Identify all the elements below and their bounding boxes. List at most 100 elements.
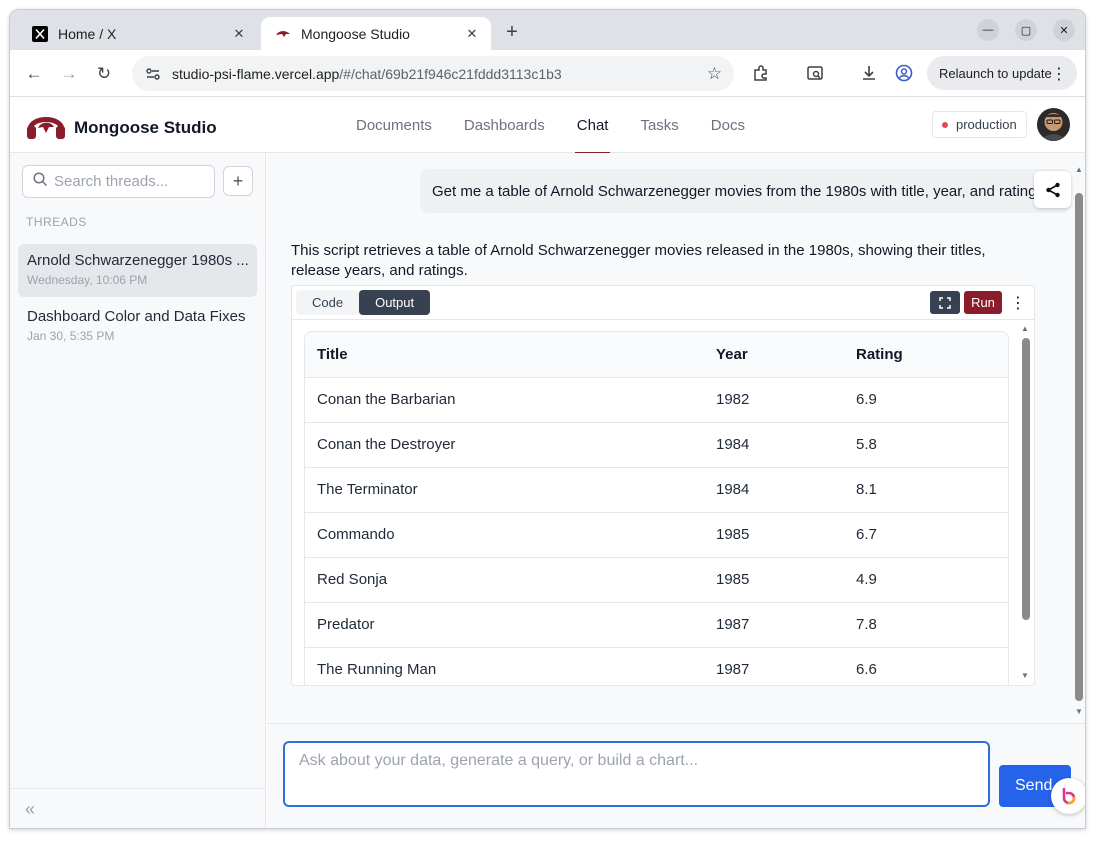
browser-tab-x[interactable]: Home / X ✕ xyxy=(18,17,258,50)
url-host: studio-psi-flame.vercel.app xyxy=(172,65,340,82)
search-icon xyxy=(33,172,48,191)
back-icon[interactable]: ← xyxy=(22,62,46,86)
nav-documents[interactable]: Documents xyxy=(340,98,448,153)
table-row: The Running Man 1987 6.6 xyxy=(305,647,1008,685)
cell-year: 1984 xyxy=(704,467,844,513)
bookmark-star-icon[interactable]: ☆ xyxy=(707,64,722,84)
table-row: The Terminator 1984 8.1 xyxy=(305,467,1008,513)
cell-rating: 7.8 xyxy=(844,602,1008,648)
tab-output[interactable]: Output xyxy=(359,290,431,315)
brand[interactable]: Mongoose Studio xyxy=(26,108,217,147)
run-button[interactable]: Run xyxy=(964,291,1002,314)
chat-panel: Get me a table of Arnold Schwarzenegger … xyxy=(267,153,1085,828)
thread-title: Dashboard Color and Data Fixes xyxy=(27,308,246,325)
cell-title: Conan the Destroyer xyxy=(305,422,704,468)
search-input[interactable] xyxy=(54,173,204,190)
cell-year: 1987 xyxy=(704,602,844,648)
mongoose-logo-icon xyxy=(26,108,66,147)
cell-rating: 5.8 xyxy=(844,422,1008,468)
tab-code[interactable]: Code xyxy=(296,290,359,315)
cell-rating: 6.7 xyxy=(844,512,1008,558)
scroll-thumb[interactable] xyxy=(1022,338,1030,620)
output-scrollbar[interactable]: ▲ ▼ xyxy=(1019,322,1033,684)
cell-title: Conan the Barbarian xyxy=(305,377,704,423)
table-row: Conan the Barbarian 1982 6.9 xyxy=(305,377,1008,423)
maximize-icon[interactable]: ▢ xyxy=(1015,19,1037,41)
search-threads[interactable] xyxy=(22,165,215,198)
browser-tab-mongoose[interactable]: Mongoose Studio ✕ xyxy=(261,17,491,50)
cell-title: The Running Man xyxy=(305,647,704,685)
scroll-down-icon[interactable]: ▼ xyxy=(1075,707,1083,716)
tab-title: Mongoose Studio xyxy=(301,25,410,42)
assistant-message: This script retrieves a table of Arnold … xyxy=(291,242,986,279)
chat-input[interactable] xyxy=(283,741,990,807)
script-toolbar: Code Output Run ⋮ xyxy=(292,286,1034,320)
chat-messages[interactable]: Get me a table of Arnold Schwarzenegger … xyxy=(267,153,1085,723)
collapse-sidebar-icon[interactable]: « xyxy=(25,799,35,820)
expand-icon[interactable] xyxy=(930,291,960,314)
close-tab-icon[interactable]: ✕ xyxy=(463,25,481,43)
cell-title: The Terminator xyxy=(305,467,704,513)
browser-toolbar: ← → ↻ studio-psi-flame.vercel.app/#/chat… xyxy=(10,50,1085,97)
extensions-icon[interactable] xyxy=(750,62,772,84)
relaunch-button[interactable]: Relaunch to update ⋮ xyxy=(927,56,1077,90)
scroll-up-icon[interactable]: ▲ xyxy=(1021,324,1029,333)
tab-search-icon[interactable] xyxy=(804,62,826,84)
cell-year: 1984 xyxy=(704,422,844,468)
relaunch-label: Relaunch to update xyxy=(939,65,1052,81)
composer: Send xyxy=(267,723,1085,828)
cell-year: 1987 xyxy=(704,647,844,685)
scroll-down-icon[interactable]: ▼ xyxy=(1021,671,1029,680)
x-logo-icon xyxy=(32,25,48,42)
browser-menu-icon[interactable]: ⋮ xyxy=(1051,64,1067,84)
environment-badge[interactable]: production xyxy=(932,111,1027,138)
forward-icon[interactable]: → xyxy=(57,62,81,86)
minimize-icon[interactable]: — xyxy=(977,19,999,41)
download-icon[interactable] xyxy=(858,62,880,84)
app-header: Mongoose Studio Documents Dashboards Cha… xyxy=(10,98,1085,154)
scroll-thumb[interactable] xyxy=(1075,193,1083,701)
nav-tasks[interactable]: Tasks xyxy=(624,98,694,153)
column-header: Year xyxy=(704,332,844,378)
cell-title: Red Sonja xyxy=(305,557,704,603)
brand-name: Mongoose Studio xyxy=(74,117,217,137)
thread-date: Wednesday, 10:06 PM xyxy=(27,273,148,287)
table-row: Conan the Destroyer 1984 5.8 xyxy=(305,422,1008,468)
cell-rating: 6.9 xyxy=(844,377,1008,423)
thread-date: Jan 30, 5:35 PM xyxy=(27,329,115,343)
window-close-icon[interactable]: ✕ xyxy=(1053,19,1075,41)
address-bar[interactable]: studio-psi-flame.vercel.app/#/chat/69b21… xyxy=(132,56,734,91)
nav-dashboards[interactable]: Dashboards xyxy=(448,98,561,153)
table-row: Commando 1985 6.7 xyxy=(305,512,1008,558)
cell-year: 1985 xyxy=(704,557,844,603)
cell-rating: 6.6 xyxy=(844,647,1008,685)
thread-item[interactable]: Arnold Schwarzenegger 1980s ... Wednesda… xyxy=(18,244,257,297)
thread-title: Arnold Schwarzenegger 1980s ... xyxy=(27,252,248,269)
scroll-up-icon[interactable]: ▲ xyxy=(1075,165,1083,174)
sidebar: + THREADS Arnold Schwarzenegger 1980s ..… xyxy=(10,153,266,828)
cell-rating: 4.9 xyxy=(844,557,1008,603)
site-settings-icon[interactable] xyxy=(144,65,162,83)
environment-label: production xyxy=(956,117,1017,132)
add-thread-button[interactable]: + xyxy=(223,166,253,196)
profile-icon[interactable] xyxy=(893,62,915,84)
avatar[interactable] xyxy=(1037,108,1070,141)
close-tab-icon[interactable]: ✕ xyxy=(230,25,248,43)
tab-strip: Home / X ✕ Mongoose Studio ✕ + — ▢ ✕ xyxy=(10,10,1085,50)
thread-item[interactable]: Dashboard Color and Data Fixes Jan 30, 5… xyxy=(18,300,257,353)
column-header: Rating xyxy=(844,332,1008,378)
tab-title: Home / X xyxy=(58,25,117,42)
table-row: Red Sonja 1985 4.9 xyxy=(305,557,1008,603)
chat-scrollbar[interactable]: ▲ ▼ xyxy=(1071,153,1085,723)
column-header: Title xyxy=(305,332,704,378)
reload-icon[interactable]: ↻ xyxy=(92,62,116,86)
cell-year: 1982 xyxy=(704,377,844,423)
share-icon[interactable] xyxy=(1034,171,1071,208)
assistant-widget-icon[interactable] xyxy=(1051,778,1085,814)
nav-docs[interactable]: Docs xyxy=(695,98,761,153)
new-tab-icon[interactable]: + xyxy=(500,20,524,44)
more-options-icon[interactable]: ⋮ xyxy=(1010,292,1026,314)
user-message: Get me a table of Arnold Schwarzenegger … xyxy=(420,169,1070,213)
nav-chat[interactable]: Chat xyxy=(561,98,625,154)
browser-window: Home / X ✕ Mongoose Studio ✕ + — ▢ ✕ ← →… xyxy=(9,9,1086,829)
